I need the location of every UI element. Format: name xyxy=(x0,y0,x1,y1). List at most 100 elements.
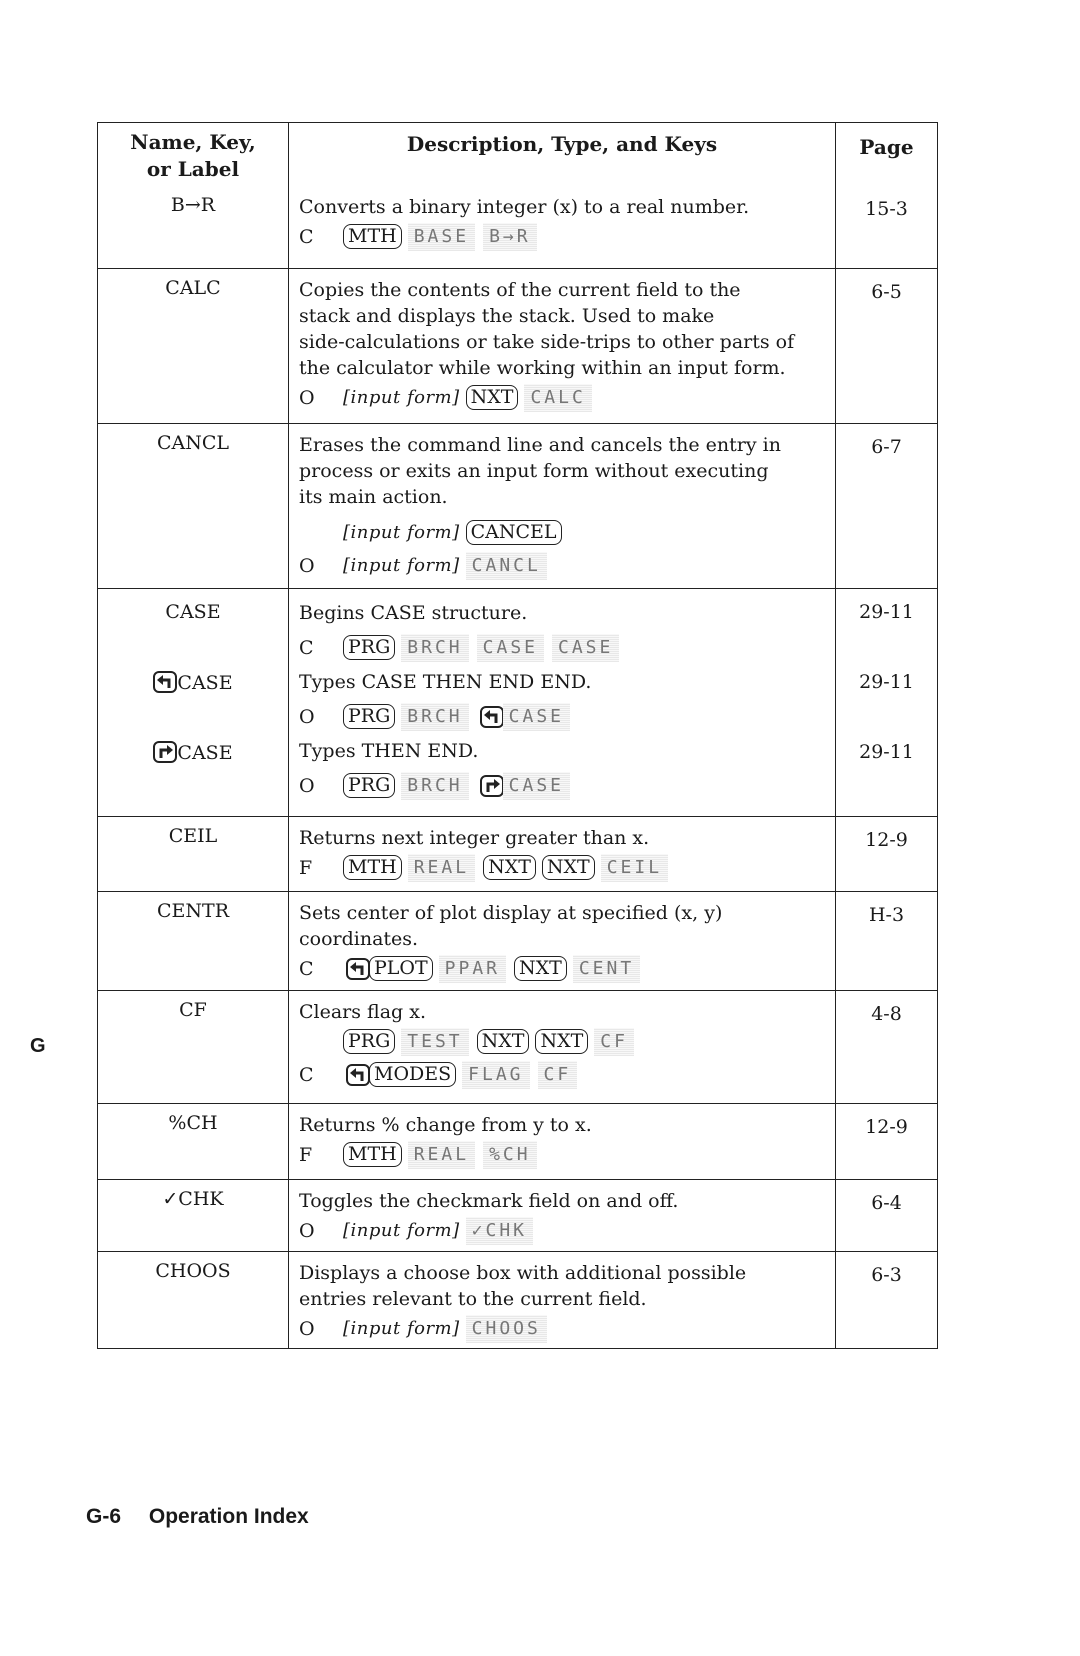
context-note: [input form] xyxy=(343,521,460,543)
context-note: [input form] xyxy=(343,386,460,408)
keyboard-key[interactable]: PLOT xyxy=(369,956,433,981)
menu-softkey-label[interactable]: BASE xyxy=(407,222,476,251)
context-note: [input form] xyxy=(343,554,460,576)
page-number: 29-11 xyxy=(859,741,914,763)
menu-softkey-label[interactable]: %CH xyxy=(483,1140,537,1169)
operation-type: O xyxy=(299,774,315,797)
menu-softkey-label[interactable]: CASE xyxy=(502,771,570,800)
left-shift-key-icon xyxy=(153,671,178,693)
menu-softkey-label[interactable]: REAL xyxy=(407,1140,476,1169)
keyboard-key[interactable]: NXT xyxy=(476,1029,530,1054)
operation-name-cell: CF xyxy=(98,991,289,1103)
left-shift-key-icon[interactable] xyxy=(343,1063,370,1086)
keyboard-key[interactable]: NXT xyxy=(483,855,536,880)
keystroke-sequence: C MODES FLAG CF xyxy=(299,1058,825,1091)
menu-softkey-label[interactable]: FLAG xyxy=(462,1060,530,1089)
operation-type: F xyxy=(299,1143,313,1166)
description-text: Returns % change from y to x. xyxy=(299,1114,592,1136)
description-text: side-calculations or take side-trips to … xyxy=(299,331,795,353)
menu-softkey-label[interactable]: BRCH xyxy=(401,771,469,800)
menu-softkey-label[interactable]: ✓CHK xyxy=(465,1216,533,1245)
description-cell: Begins CASE structure. C PRG BRCH CASE CASE Ty… xyxy=(289,589,836,816)
keyboard-key[interactable]: MODES xyxy=(369,1062,457,1087)
description-text: Types THEN END. xyxy=(299,740,479,762)
header-description: Description, Type, and Keys xyxy=(289,123,836,186)
keyboard-key[interactable]: CANCEL xyxy=(465,520,562,545)
menu-softkey-label[interactable]: BRCH xyxy=(401,702,469,731)
keyboard-key[interactable]: PRG xyxy=(343,704,396,729)
menu-softkey-label[interactable]: CF xyxy=(537,1060,578,1089)
keyboard-key[interactable]: MTH xyxy=(343,1142,402,1167)
operation-name-text: CASE xyxy=(177,672,233,694)
operation-type: O xyxy=(299,554,315,577)
right-shift-key-icon[interactable] xyxy=(477,774,504,797)
description-text: Begins CASE structure. xyxy=(299,602,528,624)
keyboard-key[interactable]: NXT xyxy=(541,855,595,880)
header-page: Page xyxy=(859,135,914,159)
section-tab: G xyxy=(30,1035,46,1057)
page-reference-cell: H-3 xyxy=(836,892,937,990)
description-cell: Sets center of plot display at specified… xyxy=(289,892,836,990)
operation-name-cell: CHOOS xyxy=(98,1252,289,1348)
menu-softkey-label[interactable]: CHOOS xyxy=(465,1314,547,1343)
keystroke-sequence: O [input form] ✓CHK xyxy=(299,1214,825,1247)
description-text: process or exits an input form without e… xyxy=(299,460,769,482)
keyboard-key[interactable]: PRG xyxy=(343,635,396,660)
footer-section-title: Operation Index xyxy=(148,1505,309,1528)
menu-softkey-label[interactable]: TEST xyxy=(401,1027,469,1056)
keystroke-sequence: F MTH REAL NXT NXT CEIL xyxy=(299,851,825,884)
keystroke-sequence: O PRG BRCH CASE xyxy=(299,769,825,802)
description-cell: Clears flag x. PRG TEST NXT NXT CF C MODES FLAG C… xyxy=(289,991,836,1103)
keystroke-sequence: C MTH BASE B→R xyxy=(299,220,825,253)
menu-softkey-label[interactable]: CASE xyxy=(552,633,620,662)
description-cell: Returns % change from y to x. F MTH REAL %CH xyxy=(289,1104,836,1179)
keyboard-key[interactable]: NXT xyxy=(535,1029,589,1054)
description-cell: Displays a choose box with additional po… xyxy=(289,1252,836,1348)
menu-softkey-label[interactable]: CEIL xyxy=(600,853,669,882)
page-reference-cell: 12-9 xyxy=(836,1104,937,1179)
menu-softkey-label[interactable]: B→R xyxy=(483,222,537,251)
operation-name-cell: ✓CHK xyxy=(98,1180,289,1251)
left-shift-key-icon[interactable] xyxy=(343,957,370,980)
description-text: Erases the command line and cancels the … xyxy=(299,434,781,456)
page-footer: G-6 Operation Index xyxy=(86,1505,309,1529)
keyboard-key[interactable]: MTH xyxy=(343,224,402,249)
menu-softkey-label[interactable]: REAL xyxy=(407,853,476,882)
menu-softkey-label[interactable]: CF xyxy=(594,1027,634,1056)
operation-name: CF xyxy=(179,999,207,1021)
description-text: stack and displays the stack. Used to ma… xyxy=(299,305,715,327)
page-number: 6-5 xyxy=(871,281,902,303)
description-text: coordinates. xyxy=(299,928,419,950)
operation-name-cell: CALC xyxy=(98,269,289,423)
page-number: 6-3 xyxy=(871,1264,902,1286)
operation-type: C xyxy=(299,636,314,659)
menu-softkey-label[interactable]: CANCL xyxy=(465,551,547,580)
operation-name-text: CASE xyxy=(177,742,233,764)
operation-name: CANCL xyxy=(156,432,230,454)
menu-softkey-label[interactable]: CENT xyxy=(572,954,641,983)
operation-name: B→R xyxy=(170,194,216,216)
page-number: H-3 xyxy=(868,904,905,926)
right-shift-key-icon xyxy=(153,741,178,763)
description-text: Clears flag x. xyxy=(299,1001,427,1023)
menu-softkey-label[interactable]: BRCH xyxy=(401,633,469,662)
keystroke-sequence: C PLOT PPAR NXT CENT xyxy=(299,952,825,985)
menu-softkey-label[interactable]: CASE xyxy=(502,702,570,731)
left-shift-key-icon[interactable] xyxy=(477,705,504,728)
menu-softkey-label[interactable]: PPAR xyxy=(438,954,507,983)
header-name-line1: Name, Key, xyxy=(130,130,256,154)
keyboard-key[interactable]: MTH xyxy=(343,855,402,880)
operation-name: CENTR xyxy=(156,900,229,922)
footer-page-number: G-6 xyxy=(86,1505,122,1528)
menu-softkey-label[interactable]: CASE xyxy=(476,633,544,662)
operation-type: O xyxy=(299,705,315,728)
page-number: 6-4 xyxy=(871,1192,902,1214)
description-text: Converts a binary integer (x) to a real … xyxy=(299,196,750,218)
operation-type: C xyxy=(299,957,314,980)
keyboard-key[interactable]: PRG xyxy=(343,773,396,798)
menu-softkey-label[interactable]: CALC xyxy=(524,383,592,412)
operation-name: CEIL xyxy=(168,825,218,847)
keyboard-key[interactable]: PRG xyxy=(343,1029,396,1054)
keyboard-key[interactable]: NXT xyxy=(514,956,567,981)
keyboard-key[interactable]: NXT xyxy=(465,385,519,410)
